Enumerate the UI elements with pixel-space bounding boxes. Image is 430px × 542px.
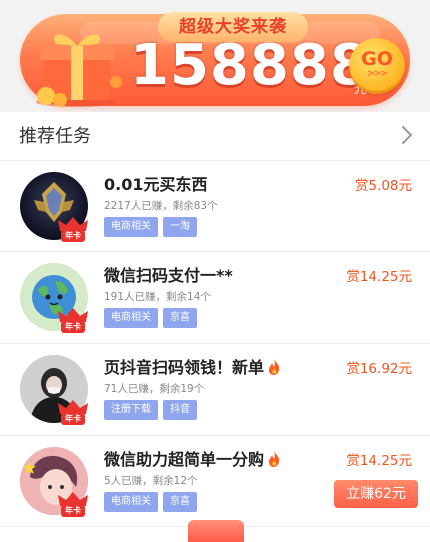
chevron-right-icon[interactable]	[400, 124, 414, 146]
task-stats: 5人已赚，剩余12个	[104, 475, 198, 487]
crown-icon: 年卡	[56, 399, 90, 429]
tag-category: 电商相关	[104, 308, 158, 328]
earn-now-button[interactable]: 立赚62元	[334, 480, 418, 508]
task-item[interactable]: 年卡 微信助力超简单一分购 5人已赚，剩余12个 电商相关 京喜 赏14.25元…	[0, 435, 430, 525]
gift-icon	[36, 34, 122, 107]
crown-icon: 年卡	[56, 307, 90, 337]
task-item[interactable]: 年卡 0.01元买东西 2217人已赚，剩余83个 电商相关 一淘 赏5.08元	[0, 160, 430, 250]
task-tags: 电商相关 京喜	[104, 308, 197, 328]
tag-category: 电商相关	[104, 217, 158, 237]
promo-banner[interactable]: 超级大奖来袭 158888 元 GO >>>	[20, 12, 410, 107]
crown-icon: 年卡	[56, 216, 90, 246]
task-reward: 赏14.25元	[346, 453, 412, 469]
task-title: 微信扫码支付一**	[104, 266, 233, 285]
go-button[interactable]: GO >>>	[349, 38, 405, 94]
tag-platform: 京喜	[163, 308, 197, 328]
task-reward: 赏5.08元	[354, 178, 412, 194]
go-label: GO	[361, 48, 393, 70]
task-title: 0.01元买东西	[104, 175, 208, 194]
annual-card-badge: 年卡	[61, 413, 85, 425]
annual-card-badge: 年卡	[61, 321, 85, 333]
annual-card-badge: 年卡	[61, 505, 85, 517]
task-reward: 赏16.92元	[346, 361, 412, 377]
task-avatar: 年卡	[18, 353, 94, 433]
task-title-row: 微信助力超简单一分购	[104, 446, 282, 470]
recommended-tasks-section: 推荐任务 年卡 0.01元买东西 2217人已赚，剩余83个 电商相关 一淘 赏…	[0, 112, 430, 542]
task-item[interactable]: 年卡 微信扫码支付一** 191人已赚，剩余14个 电商相关 京喜 赏14.25…	[0, 251, 430, 341]
task-title: 页抖音扫码领钱！新单	[104, 358, 265, 377]
task-title-row: 页抖音扫码领钱！新单	[104, 354, 282, 378]
tag-platform: 一淘	[163, 217, 197, 237]
task-avatar: 年卡	[18, 445, 94, 525]
task-avatar: 年卡	[18, 170, 94, 250]
fire-icon	[269, 359, 280, 375]
crown-icon: 年卡	[56, 491, 90, 521]
task-reward: 赏14.25元	[346, 269, 412, 285]
task-tags: 注册下载 抖音	[104, 400, 197, 420]
section-header[interactable]: 推荐任务	[0, 112, 430, 160]
prize-amount: 158888	[130, 33, 370, 98]
task-page: 超级大奖来袭 158888 元 GO >>> 推荐任务 年卡 0.01元买东西 …	[0, 0, 430, 542]
task-stats: 191人已赚，剩余14个	[104, 291, 211, 303]
banner-title: 超级大奖来袭	[158, 12, 308, 42]
annual-card-badge: 年卡	[61, 230, 85, 242]
task-tags: 电商相关 京喜	[104, 492, 197, 512]
tag-category: 注册下载	[104, 400, 158, 420]
task-avatar: 年卡	[18, 261, 94, 341]
task-tags: 电商相关 一淘	[104, 217, 197, 237]
task-title: 微信助力超简单一分购	[104, 450, 265, 469]
floating-gift-icon[interactable]	[188, 520, 244, 542]
tag-category: 电商相关	[104, 492, 158, 512]
go-arrows: >>>	[367, 69, 388, 79]
task-stats: 71人已赚，剩余19个	[104, 383, 205, 395]
fire-icon	[269, 451, 280, 467]
task-item[interactable]: 年卡 页抖音扫码领钱！新单 71人已赚，剩余19个 注册下载 抖音 赏16.92…	[0, 343, 430, 433]
tag-platform: 京喜	[163, 492, 197, 512]
section-title: 推荐任务	[19, 126, 91, 147]
tag-platform: 抖音	[163, 400, 197, 420]
task-stats: 2217人已赚，剩余83个	[104, 200, 218, 212]
